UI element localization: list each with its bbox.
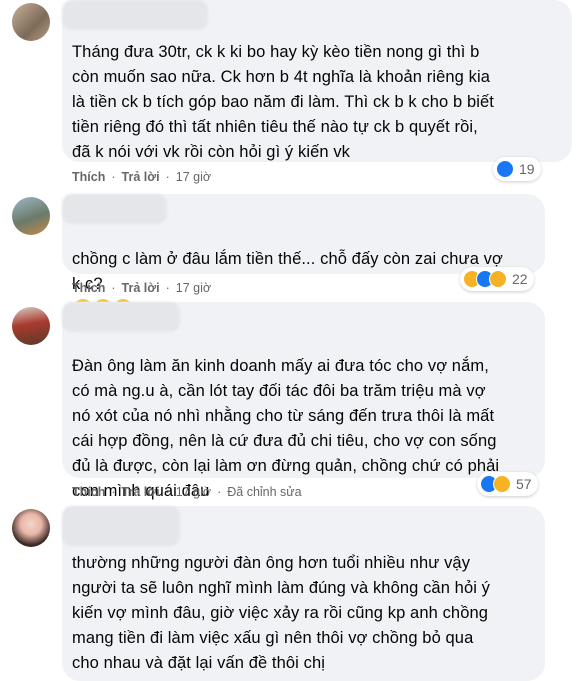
separator: ·: [165, 170, 170, 184]
separator: ·: [111, 170, 116, 184]
timestamp[interactable]: 17 giờ: [176, 485, 211, 499]
comment-actions: Thích · Trả lời · 17 giờ · Đã chỉnh sửa: [72, 485, 302, 499]
haha-icon: [493, 475, 511, 493]
like-button[interactable]: Thích: [72, 281, 105, 295]
comment-text: Tháng đưa 30tr, ck k ki bo hay kỳ kèo ti…: [72, 43, 494, 161]
avatar[interactable]: [12, 3, 50, 41]
separator: ·: [165, 281, 170, 295]
comment-bubble: Tháng đưa 30tr, ck k ki bo hay kỳ kèo ti…: [62, 0, 572, 162]
reaction-count: 22: [512, 271, 528, 287]
reaction-summary[interactable]: 57: [477, 472, 538, 496]
like-button[interactable]: Thích: [72, 170, 105, 184]
like-button[interactable]: Thích: [72, 485, 105, 499]
reaction-summary[interactable]: 22: [460, 267, 534, 291]
wow-icon: [489, 270, 507, 288]
comment-actions: Thích · Trả lời · 17 giờ: [72, 281, 211, 295]
reaction-count: 57: [516, 476, 532, 492]
avatar[interactable]: [12, 307, 50, 345]
separator: ·: [111, 281, 116, 295]
comment-bubble: Đàn ông làm ăn kinh doanh mấy ai đưa tóc…: [62, 302, 545, 524]
comment-bubble: thường những người đàn ông hơn tuổi nhiề…: [62, 506, 545, 681]
separator: ·: [111, 485, 116, 499]
avatar[interactable]: [12, 509, 50, 547]
reaction-count: 19: [519, 161, 535, 177]
reply-button[interactable]: Trả lời: [122, 485, 160, 499]
comment-bubble: chồng c làm ở đâu lắm tiền thế... chỗ đấ…: [62, 194, 545, 317]
author-name-blurred: [62, 506, 180, 546]
reply-button[interactable]: Trả lời: [122, 170, 160, 184]
avatar[interactable]: [12, 197, 50, 235]
separator: ·: [217, 485, 222, 499]
timestamp[interactable]: 17 giờ: [176, 170, 211, 184]
author-name-blurred: [62, 0, 208, 30]
like-icon: [496, 160, 514, 178]
comment-text: Đàn ông làm ăn kinh doanh mấy ai đưa tóc…: [72, 329, 542, 529]
comment-actions: Thích · Trả lời · 17 giờ: [72, 170, 211, 184]
timestamp[interactable]: 17 giờ: [176, 281, 211, 295]
comment-text: thường những người đàn ông hơn tuổi nhiề…: [72, 554, 491, 672]
reaction-summary[interactable]: 19: [493, 157, 541, 181]
comment-text-content: Đàn ông làm ăn kinh doanh mấy ai đưa tóc…: [72, 357, 500, 500]
author-name-blurred: [62, 302, 180, 332]
reply-button[interactable]: Trả lời: [122, 281, 160, 295]
edited-label: Đã chỉnh sửa: [227, 485, 302, 499]
separator: ·: [165, 485, 170, 499]
author-name-blurred: [62, 194, 167, 224]
